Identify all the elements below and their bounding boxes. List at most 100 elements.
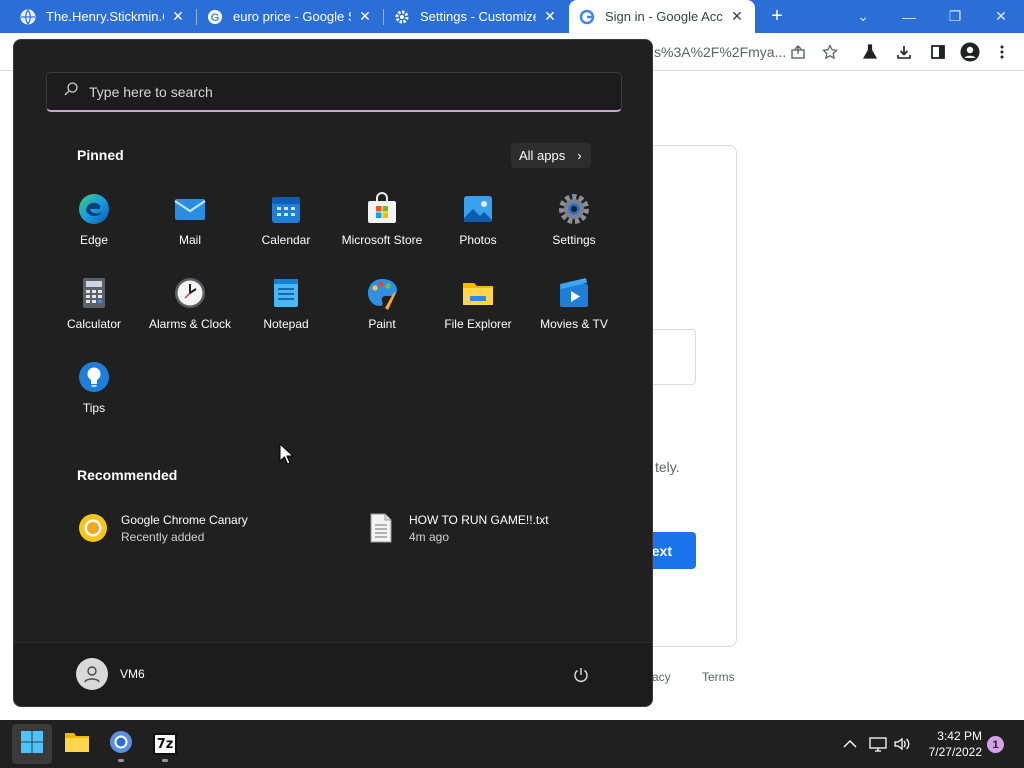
app-label: File Explorer — [444, 317, 512, 331]
app-label: Calendar — [261, 233, 311, 247]
pinned-app-microsoft-store[interactable]: Microsoft Store — [334, 186, 430, 266]
recommended-item-name: Google Chrome Canary — [121, 512, 248, 527]
user-name: VM6 — [120, 667, 145, 681]
side-panel-icon[interactable] — [928, 42, 948, 62]
recommended-item-txt-file[interactable]: HOW TO RUN GAME!!.txt 4m ago — [365, 506, 625, 550]
minimize-icon[interactable]: — — [886, 0, 932, 33]
profile-avatar-icon[interactable] — [960, 42, 980, 62]
folder-icon — [461, 276, 495, 310]
app-label: Notepad — [263, 317, 309, 331]
pinned-app-paint[interactable]: Paint — [334, 270, 430, 350]
app-label: Movies & TV — [540, 317, 608, 331]
text-file-icon — [365, 512, 397, 544]
restore-icon[interactable]: ❐ — [932, 0, 978, 33]
close-icon[interactable]: ✕ — [542, 8, 558, 25]
pinned-app-mail[interactable]: Mail — [142, 186, 238, 266]
clock-date: 7/27/2022 — [928, 745, 982, 759]
app-label: Paint — [368, 317, 396, 331]
user-avatar-icon — [76, 658, 108, 690]
clock-time: 3:42 PM — [937, 729, 982, 743]
browser-tab-2[interactable]: G euro price - Google Se ✕ — [197, 0, 383, 33]
footer-privacy-link[interactable]: acy — [652, 670, 671, 684]
tray-overflow-chevron-icon[interactable] — [840, 734, 860, 754]
labs-flask-icon[interactable] — [860, 42, 880, 62]
recommended-item-name: HOW TO RUN GAME!!.txt — [409, 512, 549, 527]
settings-gear-icon — [557, 192, 591, 226]
pinned-app-calculator[interactable]: Calculator — [46, 270, 142, 350]
notification-badge[interactable]: 1 — [987, 736, 1004, 753]
power-icon[interactable] — [569, 663, 593, 687]
mouse-cursor-icon — [279, 442, 295, 470]
pinned-app-movies-tv[interactable]: Movies & TV — [526, 270, 622, 350]
tab-search-chevron-icon[interactable]: ⌄ — [840, 0, 886, 33]
paint-icon — [365, 276, 399, 310]
recommended-item-chrome-canary[interactable]: Google Chrome Canary Recently added — [77, 506, 337, 550]
tab-title: The.Henry.Stickmin.Col — [46, 9, 164, 24]
google-g-icon — [579, 9, 595, 25]
app-label: Microsoft Store — [341, 233, 423, 247]
taskbar-clock[interactable]: 3:42 PM 7/27/2022 — [918, 728, 982, 760]
movies-icon — [557, 276, 591, 310]
chevron-right-icon: › — [577, 148, 582, 163]
browser-tab-3[interactable]: Settings - Customize p ✕ — [384, 0, 568, 33]
pinned-app-notepad[interactable]: Notepad — [238, 270, 334, 350]
all-apps-label: All apps — [519, 148, 566, 163]
browser-tab-1[interactable]: The.Henry.Stickmin.Col ✕ — [10, 0, 196, 33]
more-menu-icon[interactable] — [992, 42, 1012, 62]
window-close-icon[interactable]: ✕ — [978, 0, 1024, 33]
calculator-icon — [77, 276, 111, 310]
app-label: Tips — [82, 401, 106, 415]
svg-text:G: G — [211, 12, 220, 24]
taskbar-chrome[interactable] — [101, 724, 141, 764]
mail-icon — [173, 192, 207, 226]
address-bar-url[interactable]: s%3A%2F%2Fmya... — [654, 44, 786, 60]
close-icon[interactable]: ✕ — [357, 8, 373, 25]
tab-title: Sign in - Google Accou — [605, 9, 723, 24]
photos-icon — [461, 192, 495, 226]
pinned-app-edge[interactable]: Edge — [46, 186, 142, 266]
start-search-input[interactable] — [89, 83, 589, 100]
pinned-app-tips[interactable]: Tips — [46, 354, 142, 434]
taskbar-7zip[interactable]: 7z — [145, 724, 185, 764]
running-indicator — [118, 759, 124, 762]
close-icon[interactable]: ✕ — [729, 8, 745, 25]
pinned-heading: Pinned — [77, 147, 124, 163]
search-icon — [63, 81, 79, 102]
chrome-icon — [109, 730, 133, 759]
windows-start-icon — [20, 730, 44, 759]
pinned-app-calendar[interactable]: Calendar — [238, 186, 334, 266]
recommended-heading: Recommended — [77, 467, 178, 483]
app-label: Alarms & Clock — [148, 317, 231, 331]
tips-bulb-icon — [77, 360, 111, 394]
start-button[interactable] — [12, 724, 52, 764]
google-g-icon: G — [207, 9, 223, 25]
volume-icon[interactable] — [892, 734, 912, 754]
app-label: Settings — [552, 233, 596, 247]
taskbar-file-explorer[interactable] — [57, 724, 97, 764]
start-search-box[interactable] — [46, 72, 622, 112]
bookmark-star-icon[interactable] — [820, 42, 840, 62]
running-indicator — [162, 759, 168, 762]
network-icon[interactable] — [868, 734, 888, 754]
all-apps-button[interactable]: All apps › — [511, 143, 591, 168]
pinned-app-settings[interactable]: Settings — [526, 186, 622, 266]
share-icon[interactable] — [788, 42, 808, 62]
pinned-app-file-explorer[interactable]: File Explorer — [430, 270, 526, 350]
footer-terms-link[interactable]: Terms — [702, 670, 735, 684]
store-icon — [365, 192, 399, 226]
close-icon[interactable]: ✕ — [170, 8, 186, 25]
edge-icon — [77, 192, 111, 226]
app-label: Mail — [178, 233, 201, 247]
pinned-app-photos[interactable]: Photos — [430, 186, 526, 266]
gear-icon — [394, 9, 410, 25]
calendar-icon — [269, 192, 303, 226]
pinned-app-alarms-clock[interactable]: Alarms & Clock — [142, 270, 238, 350]
new-tab-plus-icon[interactable]: + — [766, 6, 788, 28]
user-account-button[interactable]: VM6 — [76, 657, 145, 691]
app-label: Calculator — [66, 317, 122, 331]
download-icon[interactable] — [894, 42, 914, 62]
chrome-canary-icon — [77, 512, 109, 544]
browser-tab-4-active[interactable]: Sign in - Google Accou ✕ — [569, 0, 755, 33]
file-explorer-icon — [64, 731, 90, 758]
globe-icon — [20, 9, 36, 25]
